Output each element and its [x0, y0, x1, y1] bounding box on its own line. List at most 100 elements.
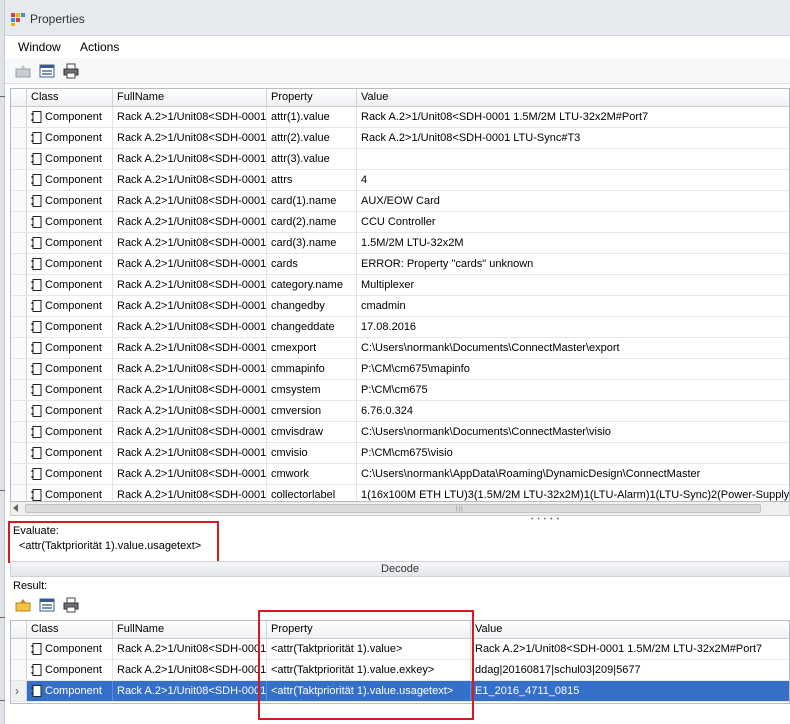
- cell-fullname: Rack A.2>1/Unit08<SDH-0001: [113, 422, 267, 442]
- toolbar: [5, 58, 790, 84]
- row-gutter[interactable]: [11, 660, 27, 680]
- cell-fullname: Rack A.2>1/Unit08<SDH-0001: [113, 639, 267, 659]
- cell-class: Component: [41, 191, 113, 211]
- cell-fullname: Rack A.2>1/Unit08<SDH-0001: [113, 401, 267, 421]
- table-row[interactable]: Component Rack A.2>1/Unit08<SDH-0001 cmsys…: [11, 380, 789, 401]
- properties-grid[interactable]: Class FullName Property Value Component R…: [10, 88, 790, 502]
- decode-bar: Decode: [10, 561, 790, 577]
- export-icon[interactable]: [15, 63, 31, 79]
- cell-fullname: Rack A.2>1/Unit08<SDH-0001: [113, 317, 267, 337]
- table-row[interactable]: Component Rack A.2>1/Unit08<SDH-0001 categ…: [11, 275, 789, 296]
- row-gutter[interactable]: [11, 254, 27, 274]
- row-gutter[interactable]: [11, 639, 27, 659]
- table-row[interactable]: Component Rack A.2>1/Unit08<SDH-0001 card(…: [11, 191, 789, 212]
- table-row[interactable]: Component Rack A.2>1/Unit08<SDH-0001 attr(…: [11, 128, 789, 149]
- menu-window[interactable]: Window: [18, 40, 61, 54]
- table-row[interactable]: Component Rack A.2>1/Unit08<SDH-0001 cards…: [11, 254, 789, 275]
- row-gutter[interactable]: [11, 464, 27, 484]
- window-title: Properties: [30, 12, 85, 26]
- header-property[interactable]: Property: [267, 89, 357, 107]
- table-row[interactable]: Component Rack A.2>1/Unit08<SDH-0001 attr(…: [11, 149, 789, 170]
- table-row[interactable]: Component Rack A.2>1/Unit08<SDH-0001 card(…: [11, 233, 789, 254]
- row-gutter[interactable]: [11, 128, 27, 148]
- result-label: Result:: [13, 580, 48, 592]
- print-icon[interactable]: [63, 597, 79, 613]
- header-value[interactable]: Value: [357, 89, 789, 107]
- row-gutter[interactable]: [11, 359, 27, 379]
- property-highlight-box: [258, 610, 474, 720]
- cell-property: cmwork: [267, 464, 357, 484]
- menu-actions[interactable]: Actions: [80, 40, 119, 54]
- table-row[interactable]: Component Rack A.2>1/Unit08<SDH-0001 cmexp…: [11, 338, 789, 359]
- cell-property: cmversion: [267, 401, 357, 421]
- refresh-icon[interactable]: [39, 597, 55, 613]
- table-row[interactable]: Component Rack A.2>1/Unit08<SDH-0001 colle…: [11, 485, 789, 501]
- table-row[interactable]: Component Rack A.2>1/Unit08<SDH-0001 card(…: [11, 212, 789, 233]
- properties-window: Properties Window Actions Class FullName: [5, 0, 790, 724]
- row-gutter[interactable]: [11, 170, 27, 190]
- cell-property: cards: [267, 254, 357, 274]
- cell-fullname: Rack A.2>1/Unit08<SDH-0001: [113, 338, 267, 358]
- row-gutter[interactable]: [11, 422, 27, 442]
- cell-property: cmsystem: [267, 380, 357, 400]
- splitter-grip-icon[interactable]: • • • • •: [531, 516, 560, 523]
- cell-value: C:\Users\normank\Documents\ConnectMaster…: [357, 422, 789, 442]
- cell-fullname: Rack A.2>1/Unit08<SDH-0001: [113, 660, 267, 680]
- cell-fullname: Rack A.2>1/Unit08<SDH-0001: [113, 464, 267, 484]
- cell-value: 17.08.2016: [357, 317, 789, 337]
- cell-value: Rack A.2>1/Unit08<SDH-0001 1.5M/2M LTU-3…: [357, 107, 789, 127]
- table-row[interactable]: Component Rack A.2>1/Unit08<SDH-0001 cmmap…: [11, 359, 789, 380]
- header-class[interactable]: Class: [27, 89, 113, 107]
- header-fullname[interactable]: FullName: [113, 89, 267, 107]
- cell-class: Component: [41, 212, 113, 232]
- row-gutter[interactable]: [11, 233, 27, 253]
- refresh-icon[interactable]: [39, 63, 55, 79]
- row-gutter[interactable]: [11, 485, 27, 501]
- row-gutter[interactable]: [11, 401, 27, 421]
- table-row[interactable]: Component Rack A.2>1/Unit08<SDH-0001 chang…: [11, 317, 789, 338]
- table-row[interactable]: Component Rack A.2>1/Unit08<SDH-0001 attr(…: [11, 107, 789, 128]
- row-gutter[interactable]: [11, 191, 27, 211]
- table-row[interactable]: Component Rack A.2>1/Unit08<SDH-0001 chang…: [11, 296, 789, 317]
- cell-class: Component: [41, 639, 113, 659]
- header-value[interactable]: Value: [471, 621, 789, 639]
- cell-fullname: Rack A.2>1/Unit08<SDH-0001: [113, 233, 267, 253]
- cell-value: Multiplexer: [357, 275, 789, 295]
- row-gutter[interactable]: [11, 317, 27, 337]
- row-gutter[interactable]: [11, 296, 27, 316]
- cell-value: C:\Users\normank\Documents\ConnectMaster…: [357, 338, 789, 358]
- table-row[interactable]: Component Rack A.2>1/Unit08<SDH-0001 cmvis…: [11, 422, 789, 443]
- evaluate-highlight-box: [8, 521, 219, 563]
- header-class[interactable]: Class: [27, 621, 113, 639]
- header-fullname[interactable]: FullName: [113, 621, 267, 639]
- grid-header: Class FullName Property Value: [11, 89, 789, 107]
- scroll-left-icon[interactable]: [13, 504, 18, 512]
- row-gutter[interactable]: [11, 443, 27, 463]
- cell-fullname: Rack A.2>1/Unit08<SDH-0001: [113, 212, 267, 232]
- row-gutter[interactable]: [11, 149, 27, 169]
- cell-value: P:\CM\cm675: [357, 380, 789, 400]
- table-row[interactable]: Component Rack A.2>1/Unit08<SDH-0001 cmver…: [11, 401, 789, 422]
- row-gutter[interactable]: [11, 338, 27, 358]
- row-gutter[interactable]: [11, 107, 27, 127]
- table-row[interactable]: Component Rack A.2>1/Unit08<SDH-0001 cmvis…: [11, 443, 789, 464]
- cell-property: cmmapinfo: [267, 359, 357, 379]
- cell-class: Component: [41, 380, 113, 400]
- table-row[interactable]: Component Rack A.2>1/Unit08<SDH-0001 attrs…: [11, 170, 789, 191]
- decode-button[interactable]: Decode: [11, 562, 789, 576]
- horizontal-scrollbar[interactable]: |||: [10, 502, 790, 516]
- cell-property: cmexport: [267, 338, 357, 358]
- row-gutter[interactable]: [11, 275, 27, 295]
- table-row[interactable]: Component Rack A.2>1/Unit08<SDH-0001 cmwor…: [11, 464, 789, 485]
- export-icon[interactable]: [15, 597, 31, 613]
- cell-value: 6.76.0.324: [357, 401, 789, 421]
- cell-class: Component: [41, 660, 113, 680]
- scrollbar-thumb[interactable]: |||: [25, 504, 761, 513]
- row-gutter[interactable]: [11, 380, 27, 400]
- row-gutter[interactable]: ›: [11, 681, 27, 701]
- cell-value: AUX/EOW Card: [357, 191, 789, 211]
- row-gutter[interactable]: [11, 212, 27, 232]
- cell-class: Component: [41, 422, 113, 442]
- cell-value: cmadmin: [357, 296, 789, 316]
- print-icon[interactable]: [63, 63, 79, 79]
